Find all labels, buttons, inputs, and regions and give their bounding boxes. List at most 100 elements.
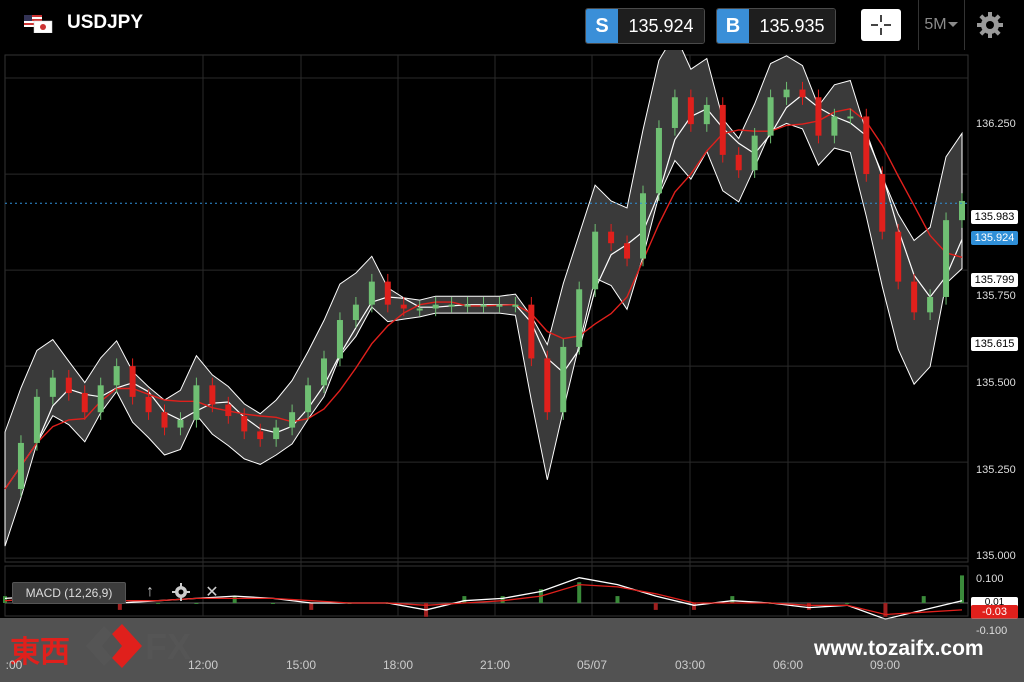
- candle-body: [815, 97, 822, 136]
- crosshair-button[interactable]: [861, 9, 901, 41]
- candle-body: [241, 416, 248, 432]
- indicator-label[interactable]: MACD (12,26,9): [12, 582, 126, 604]
- candle-body: [177, 419, 184, 428]
- candle-body: [336, 320, 343, 359]
- price-axis-label: 135.250: [976, 464, 1016, 476]
- candle-body: [719, 104, 726, 155]
- price-axis-label: 136.250: [976, 118, 1016, 130]
- candle-body: [352, 304, 359, 321]
- candle-body: [767, 97, 774, 136]
- candle-body: [49, 377, 56, 397]
- price-axis-label: 135.750: [976, 290, 1016, 302]
- candle-body: [799, 89, 806, 98]
- candle-body: [129, 366, 136, 397]
- candle-body: [193, 385, 200, 420]
- candle-body: [209, 385, 216, 405]
- candle-body: [863, 116, 870, 175]
- candle-body: [592, 231, 599, 290]
- symbol-title[interactable]: USDJPY: [67, 12, 143, 34]
- price-axis-label: 135.000: [976, 550, 1016, 562]
- candle-body: [655, 127, 662, 194]
- time-axis-label: 15:00: [285, 658, 317, 672]
- macd-histogram-bar: [194, 603, 199, 604]
- upper-band-tag: 135.983: [971, 210, 1018, 224]
- us-jp-flag-icon: [24, 15, 53, 33]
- candle-body: [416, 308, 423, 311]
- macd-axis-label: 0.100: [976, 573, 1004, 585]
- time-axis-label: 18:00: [382, 658, 414, 672]
- sell-quote-button[interactable]: S 135.924: [585, 8, 705, 44]
- candle-body: [544, 358, 551, 413]
- candle-body: [528, 304, 535, 359]
- macd-histogram-bar: [270, 603, 275, 604]
- macd-histogram-bar: [232, 596, 237, 603]
- candle-body: [831, 116, 838, 136]
- indicator-settings-icon[interactable]: [171, 582, 191, 602]
- time-axis-label: 21:00: [479, 658, 511, 672]
- macd-histogram-bar: [3, 596, 7, 603]
- candle-body: [608, 231, 615, 244]
- buy-label: B: [717, 9, 749, 43]
- candle-body: [496, 304, 503, 307]
- candle-body: [257, 431, 264, 440]
- candle-body: [480, 304, 487, 307]
- candle-body: [448, 304, 455, 307]
- macd-histogram-bar: [156, 603, 161, 604]
- macd-histogram-bar: [806, 603, 811, 610]
- time-axis-label: 12:00: [187, 658, 219, 672]
- candle-body: [145, 396, 152, 413]
- candle-body: [33, 396, 40, 443]
- macd-histogram-bar: [653, 603, 658, 610]
- time-axis-label: :00: [5, 658, 23, 672]
- sell-label: S: [586, 9, 618, 43]
- macd-histogram-bar: [615, 596, 620, 603]
- bid-price-tag: 135.924: [971, 231, 1018, 245]
- macd-axis-label: -0.100: [976, 625, 1008, 637]
- candle-body: [687, 97, 694, 125]
- candle-body: [624, 243, 631, 259]
- candle-body: [305, 385, 312, 413]
- candle-body: [65, 377, 72, 393]
- macd-histogram-bar: [462, 596, 467, 603]
- candle-body: [97, 385, 104, 413]
- candle-body: [113, 366, 120, 386]
- move-up-icon[interactable]: ↑: [140, 582, 160, 602]
- candle-body: [81, 393, 88, 413]
- close-indicator-icon[interactable]: ✕: [202, 582, 222, 602]
- candle-body: [432, 304, 439, 309]
- candle-body: [783, 89, 790, 98]
- macd-histogram-bar: [692, 603, 697, 610]
- time-axis-label: 09:00: [869, 658, 901, 672]
- candle-body: [512, 304, 519, 307]
- candle-body: [911, 281, 918, 313]
- macd-histogram-bar: [309, 603, 314, 610]
- candle-body: [943, 220, 950, 297]
- candle-body: [959, 200, 965, 221]
- time-axis-label: 06:00: [772, 658, 804, 672]
- candle-body: [927, 296, 934, 313]
- buy-quote-button[interactable]: B 135.935: [716, 8, 836, 44]
- price-axis-label: 135.500: [976, 377, 1016, 389]
- macd-histogram-bar: [730, 596, 735, 603]
- candle-body: [400, 304, 407, 309]
- brand-logo-fx: FX: [145, 626, 192, 667]
- macd-histogram-bar: [921, 596, 926, 603]
- candle-body: [161, 412, 168, 428]
- crosshair-icon: [871, 15, 891, 35]
- toolbar: USDJPY S 135.924 B 135.935 5M: [0, 0, 1024, 50]
- time-axis-label: 03:00: [674, 658, 706, 672]
- timeframe-select[interactable]: 5M: [918, 0, 965, 50]
- sell-price: 135.924: [618, 9, 704, 43]
- buy-price: 135.935: [749, 9, 835, 43]
- candle-body: [751, 135, 758, 171]
- candle-body: [273, 427, 280, 440]
- macd-histogram-bar: [845, 603, 850, 604]
- timeframe-value: 5M: [924, 16, 947, 33]
- time-axis-label: 05/07: [576, 658, 608, 672]
- candle-body: [464, 304, 471, 307]
- candle-body: [17, 442, 24, 490]
- candle-body: [703, 104, 710, 125]
- macd-histogram-bar: [500, 596, 505, 603]
- candle-body: [289, 412, 296, 428]
- gear-icon[interactable]: [976, 11, 1004, 39]
